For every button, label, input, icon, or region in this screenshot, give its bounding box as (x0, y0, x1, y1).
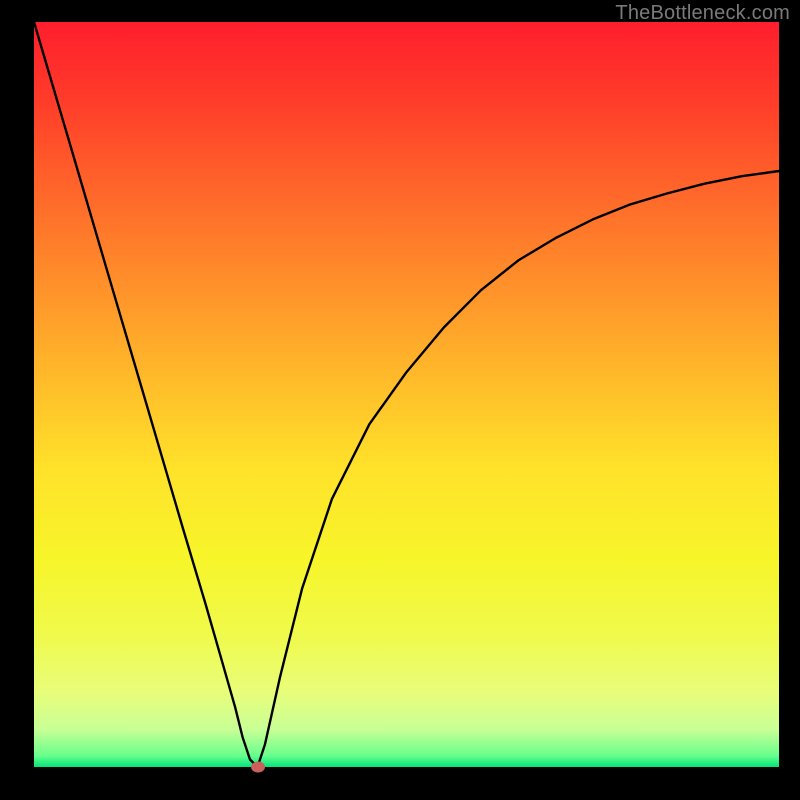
min-marker-icon (251, 762, 265, 773)
bottleneck-curve-path (34, 22, 779, 767)
curve-svg (34, 22, 779, 767)
chart-frame: TheBottleneck.com (0, 0, 800, 800)
plot-area (34, 22, 779, 767)
